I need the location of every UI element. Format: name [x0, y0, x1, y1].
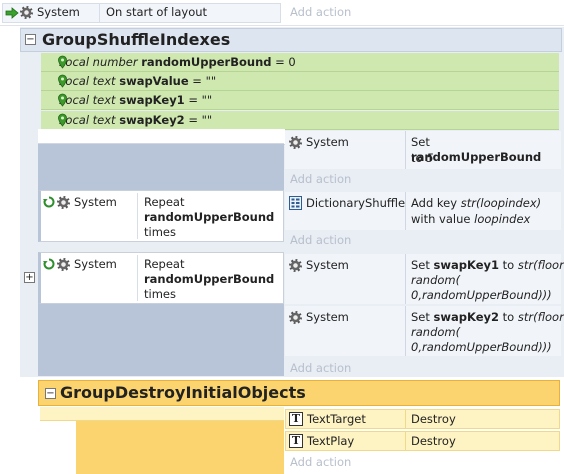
action-object: System [306, 135, 349, 149]
local-variable-row[interactable]: Local number randomUpperBound = 0 [41, 53, 559, 72]
condition-text: On start of layout [106, 5, 208, 19]
action-text-line2: random( [411, 325, 461, 339]
condition-object: System [74, 257, 117, 271]
action-object: System [306, 310, 349, 324]
group-title: GroupDestroyInitialObjects [60, 383, 306, 402]
add-action-link[interactable]: Add action [290, 455, 351, 469]
action-text-line3: 0,randomUpperBound))) [411, 288, 552, 302]
action-text: Destroy [411, 412, 456, 426]
event-repeat-dictionary[interactable]: System Repeat randomUpperBound times Dic… [38, 190, 563, 252]
add-action-link[interactable]: Add action [290, 361, 351, 375]
system-gear-icon [57, 258, 70, 271]
variable-value: = "" [188, 74, 217, 89]
action-object: System [306, 258, 349, 272]
condition-text-l3: times [144, 225, 176, 239]
system-gear-icon [289, 259, 302, 272]
event-repeat-swap[interactable]: + System Repeat randomUpperBound times S… [20, 252, 564, 378]
variable-kind: Local number [59, 55, 138, 69]
add-action-link[interactable]: Add action [290, 172, 351, 186]
variable-value: = "" [184, 93, 213, 108]
actions-block [38, 129, 284, 144]
action-row[interactable]: System Set swapKey1 to str(floor( random… [285, 254, 564, 304]
local-variable-row[interactable]: Local text swapValue = "" [41, 72, 559, 92]
add-action-link[interactable]: Add action [290, 233, 351, 247]
action-text-line2: to 5 [411, 151, 434, 165]
variable-pin-icon [58, 113, 67, 127]
action-row[interactable]: DictionaryShuffle Add key str(loopindex)… [285, 192, 561, 230]
group-destroy-event[interactable]: T TextTarget Destroy T TextPlay Destroy Add a… [40, 407, 562, 474]
condition-text-l1: Repeat [144, 257, 185, 271]
action-object: TextPlay [307, 434, 355, 448]
action-text-line2: with value loopindex [411, 212, 531, 226]
system-gear-icon [289, 311, 302, 324]
variable-name: swapKey1 [119, 93, 185, 108]
variable-name: randomUpperBound [141, 55, 272, 69]
variable-pin-icon [58, 55, 67, 69]
condition-text-l2: randomUpperBound [144, 272, 275, 286]
text-object-icon: T [289, 412, 303, 426]
event-condition-strip [76, 421, 284, 474]
expand-subevents-button[interactable]: + [24, 272, 35, 283]
action-text: Set swapKey2 to str(floor( [411, 310, 564, 324]
action-row[interactable]: System Set swapKey2 to str(floor( random… [285, 306, 564, 356]
event-set-bound[interactable]: System Set randomUpperBound to 5 Add act… [38, 129, 563, 191]
collapse-group-button[interactable]: − [25, 34, 36, 45]
action-row[interactable]: T TextTarget Destroy [285, 409, 560, 429]
local-variable-row[interactable]: Local text swapKey1 = "" [41, 91, 559, 111]
group-shuffle-header[interactable]: − GroupShuffleIndexes [20, 28, 562, 52]
loop-icon [43, 196, 55, 208]
system-gear-icon [20, 6, 33, 19]
loop-icon [43, 258, 55, 270]
variable-name: swapKey2 [119, 112, 185, 127]
system-gear-icon [57, 196, 70, 209]
collapse-group-button[interactable]: − [45, 388, 56, 399]
variable-pin-icon [58, 74, 67, 88]
local-variable-row[interactable]: Local text swapKey2 = "" [41, 110, 559, 130]
variable-value: = "" [184, 112, 213, 127]
variable-name: swapValue [119, 74, 189, 89]
action-text-line2: random( [411, 273, 461, 287]
action-row[interactable]: T TextPlay Destroy [285, 431, 560, 451]
condition-text-l2: randomUpperBound [144, 210, 275, 224]
group-destroy-header[interactable]: − GroupDestroyInitialObjects [38, 380, 560, 406]
event-row-start[interactable]: System On start of layout Add action [0, 0, 564, 26]
action-text: Destroy [411, 434, 456, 448]
group-title: GroupShuffleIndexes [42, 30, 231, 49]
dictionary-icon [289, 196, 302, 210]
condition-object: System [74, 195, 117, 209]
action-text: Set swapKey1 to str(floor( [411, 258, 564, 272]
text-object-icon: T [289, 434, 303, 448]
variable-value: = 0 [271, 55, 296, 69]
condition-text-l1: Repeat [144, 195, 185, 209]
condition-object: System [37, 5, 80, 19]
event-empty-condition[interactable] [40, 407, 284, 421]
action-object: TextTarget [307, 412, 366, 426]
condition-text-l3: times [144, 287, 176, 301]
action-text: Add key str(loopindex) [411, 196, 542, 210]
add-action-link[interactable]: Add action [290, 5, 351, 19]
system-gear-icon [289, 136, 302, 149]
action-row[interactable]: System Set randomUpperBound to 5 [285, 131, 561, 169]
trigger-arrow-icon [5, 7, 19, 19]
variable-pin-icon [58, 93, 67, 108]
action-object: DictionaryShuffle [306, 196, 406, 210]
action-text-line3: 0,randomUpperBound))) [411, 340, 552, 354]
